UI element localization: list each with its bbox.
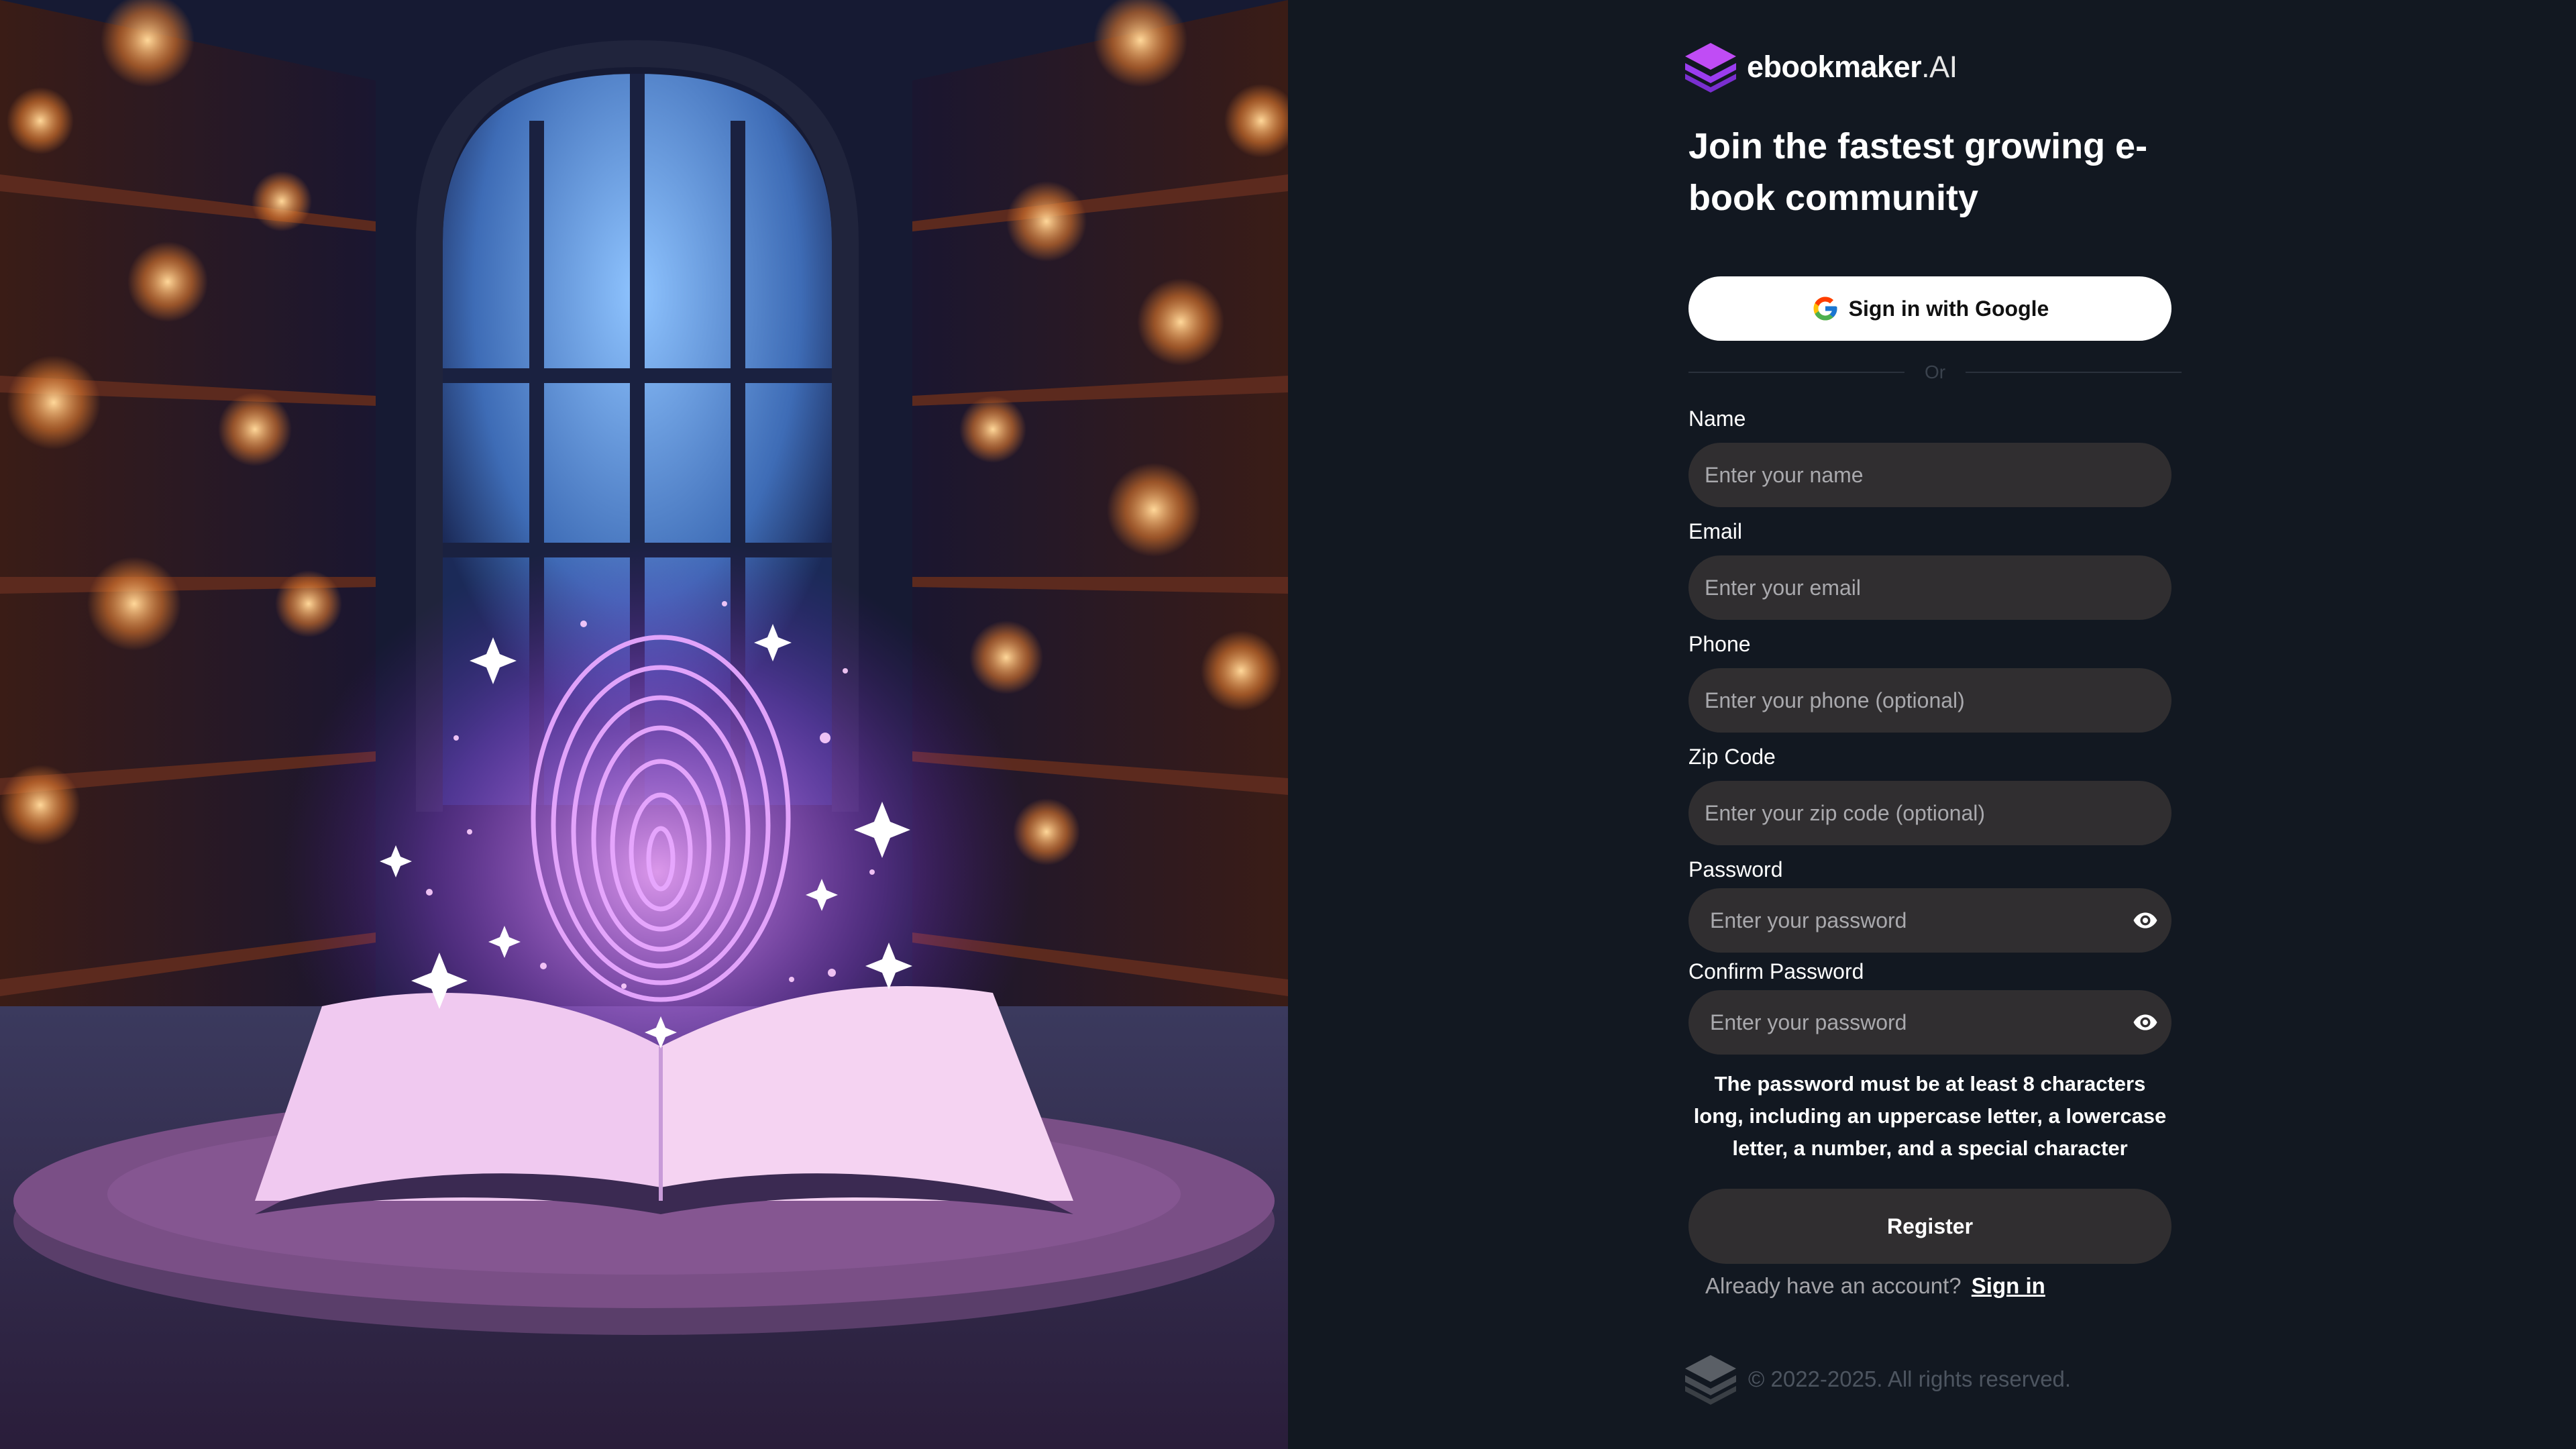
divider-line <box>1688 372 1904 373</box>
or-divider: Or <box>1688 362 2182 382</box>
brand-logo[interactable]: ebookmaker.AI <box>1682 40 1957 94</box>
divider-line <box>1966 372 2182 373</box>
google-signin-button[interactable]: Sign in with Google <box>1688 276 2171 341</box>
copyright-text: © 2022-2025. All rights reserved. <box>1748 1366 2072 1391</box>
phone-input[interactable] <box>1688 668 2171 733</box>
confirm-password-input[interactable] <box>1688 990 2171 1055</box>
library-book-fingerprint-illustration <box>0 0 1288 1449</box>
password-input[interactable] <box>1688 888 2171 953</box>
register-page: ebookmaker.AI Join the fastest growing e… <box>0 0 2576 1449</box>
google-signin-label: Sign in with Google <box>1848 296 2049 321</box>
page-title: Join the fastest growing e-book communit… <box>1688 126 2148 218</box>
layers-logo-icon <box>1685 43 1736 93</box>
email-label: Email <box>1688 519 1743 543</box>
eye-icon[interactable] <box>2132 907 2159 934</box>
footer: © 2022-2025. All rights reserved. <box>1682 1352 2071 1406</box>
signin-prompt-text: Already have an account? <box>1705 1273 1962 1298</box>
register-button[interactable]: Register <box>1688 1189 2171 1264</box>
brand-name: ebookmaker.AI <box>1747 50 1957 84</box>
name-input[interactable] <box>1688 443 2171 507</box>
layers-logo-icon <box>1685 1355 1736 1405</box>
google-g-icon <box>1813 297 1837 321</box>
zip-code-input[interactable] <box>1688 781 2171 845</box>
name-label: Name <box>1688 407 1746 431</box>
hero-image <box>0 0 1288 1449</box>
email-input[interactable] <box>1688 555 2171 620</box>
password-requirements: The password must be at least 8 characte… <box>1693 1072 2167 1160</box>
zip-code-label: Zip Code <box>1688 745 1776 769</box>
password-label: Password <box>1688 857 1783 881</box>
signin-prompt: Already have an account? Sign in <box>1705 1273 2045 1299</box>
divider-text: Or <box>1924 362 1946 382</box>
signin-link[interactable]: Sign in <box>1972 1273 2045 1298</box>
register-panel: ebookmaker.AI Join the fastest growing e… <box>1288 0 2576 1449</box>
phone-label: Phone <box>1688 632 1751 656</box>
eye-icon[interactable] <box>2132 1009 2159 1036</box>
confirm-password-label: Confirm Password <box>1688 959 1864 983</box>
